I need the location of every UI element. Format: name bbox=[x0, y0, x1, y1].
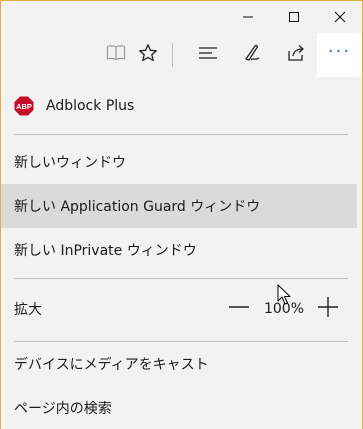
menu-item-label: 新しい Application Guard ウィンドウ bbox=[14, 199, 261, 215]
zoom-row: 拡大 100% bbox=[1, 287, 357, 331]
close-icon bbox=[334, 8, 346, 27]
svg-text:ABP: ABP bbox=[16, 102, 32, 111]
menu-item-label: 新しい InPrivate ウィンドウ bbox=[14, 243, 197, 259]
more-button[interactable]: ··· bbox=[317, 33, 362, 77]
minus-icon bbox=[228, 296, 250, 322]
reading-view-icon bbox=[106, 44, 126, 66]
adblock-plus-icon: ABP bbox=[14, 96, 34, 116]
plus-icon bbox=[317, 296, 339, 322]
zoom-in-button[interactable] bbox=[314, 295, 342, 323]
menu-item-find-on-page[interactable]: ページ内の検索 bbox=[1, 386, 357, 429]
menu-item-new-application-guard-window[interactable]: 新しい Application Guard ウィンドウ bbox=[1, 184, 357, 228]
menu-item-adblock-plus[interactable]: ABP Adblock Plus bbox=[1, 84, 357, 128]
browser-toolbar bbox=[1, 33, 362, 77]
favorites-star-icon bbox=[138, 43, 158, 67]
menu-item-label: Adblock Plus bbox=[46, 98, 135, 114]
more-icon: ··· bbox=[327, 41, 352, 62]
menu-item-label: ページ内の検索 bbox=[14, 401, 112, 417]
zoom-out-button[interactable] bbox=[225, 295, 253, 323]
maximize-icon bbox=[288, 8, 300, 27]
web-note-icon bbox=[242, 43, 262, 67]
minimize-button[interactable] bbox=[225, 1, 271, 33]
maximize-button[interactable] bbox=[271, 1, 317, 33]
menu-item-cast-media[interactable]: デバイスにメディアをキャスト bbox=[1, 342, 357, 386]
web-note-button[interactable] bbox=[235, 33, 269, 77]
favorites-button[interactable] bbox=[131, 33, 165, 77]
menu-item-new-window[interactable]: 新しいウィンドウ bbox=[1, 140, 357, 184]
mouse-pointer-icon bbox=[277, 284, 291, 305]
title-bar bbox=[1, 1, 362, 33]
share-icon bbox=[286, 43, 306, 67]
share-button[interactable] bbox=[279, 33, 313, 77]
hub-icon bbox=[198, 45, 218, 65]
minimize-icon bbox=[242, 8, 254, 27]
zoom-label: 拡大 bbox=[14, 302, 42, 318]
menu-item-label: デバイスにメディアをキャスト bbox=[14, 357, 209, 373]
menu-divider bbox=[14, 278, 348, 279]
menu-item-label: 新しいウィンドウ bbox=[14, 155, 126, 171]
menu-item-new-inprivate-window[interactable]: 新しい InPrivate ウィンドウ bbox=[1, 228, 357, 272]
menu-divider bbox=[14, 134, 348, 135]
toolbar-separator bbox=[172, 43, 173, 67]
hub-button[interactable] bbox=[191, 33, 225, 77]
browser-window: ··· ABP Adblock Plus 新しいウィンドウ 新しい Applic… bbox=[0, 0, 363, 429]
close-button[interactable] bbox=[317, 1, 363, 33]
settings-menu: ABP Adblock Plus 新しいウィンドウ 新しい Applicatio… bbox=[1, 77, 362, 429]
reading-view-button[interactable] bbox=[99, 33, 133, 77]
menu-scrollbar[interactable] bbox=[357, 95, 362, 429]
